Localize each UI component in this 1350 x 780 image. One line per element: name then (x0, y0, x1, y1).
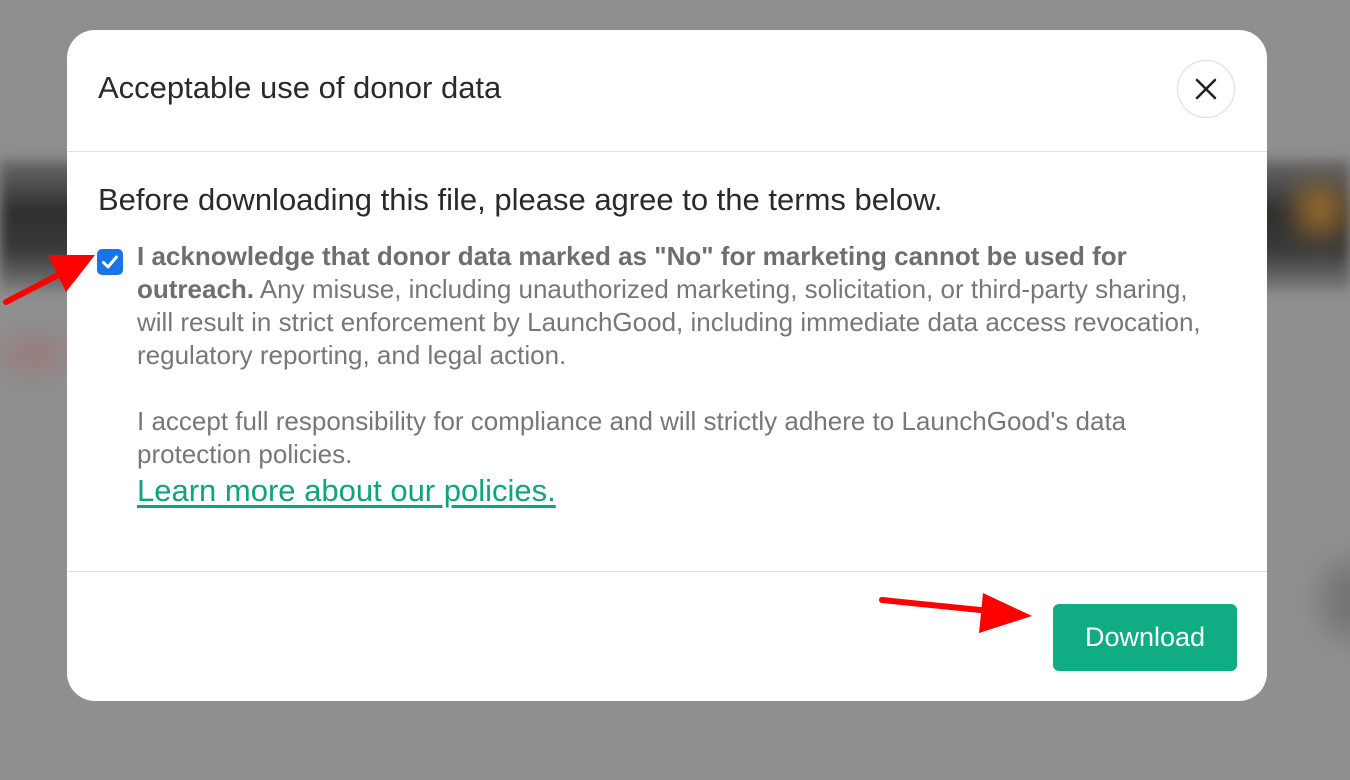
dialog-footer: Download (67, 571, 1267, 701)
background-blob (1295, 185, 1345, 235)
acknowledge-checkbox[interactable] (97, 249, 123, 275)
dialog-header: Acceptable use of donor data (67, 30, 1267, 152)
background-blob (0, 335, 70, 375)
dialog-title: Acceptable use of donor data (98, 70, 502, 105)
close-icon (1195, 78, 1217, 100)
dialog-body: Before downloading this file, please agr… (67, 152, 1267, 571)
background-blob (1320, 560, 1350, 640)
download-button[interactable]: Download (1053, 604, 1237, 671)
terms-text: I acknowledge that donor data marked as … (137, 240, 1227, 509)
close-button[interactable] (1177, 60, 1235, 118)
donor-data-dialog: Acceptable use of donor data Before down… (67, 30, 1267, 701)
checkmark-icon (102, 255, 118, 269)
responsibility-paragraph: I accept full responsibility for complia… (137, 406, 1127, 469)
intro-text: Before downloading this file, please agr… (98, 182, 943, 217)
terms-details: Any misuse, including unauthorized marke… (137, 274, 1201, 370)
learn-more-link[interactable]: Learn more about our policies. (137, 473, 556, 509)
acknowledgement-paragraph: I acknowledge that donor data marked as … (137, 240, 1227, 372)
